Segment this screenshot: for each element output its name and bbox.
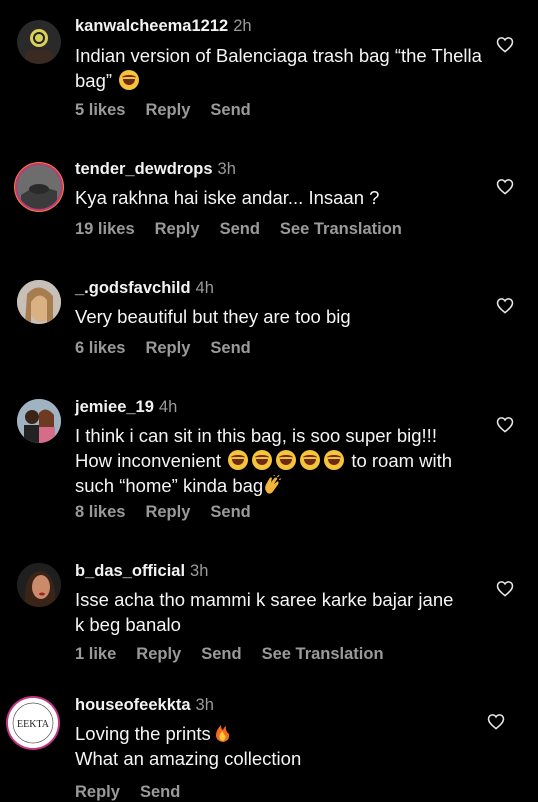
comment-text: Isse acha tho mammi k saree karke bajar …: [75, 589, 454, 635]
brand-logo: EEKTA: [8, 698, 58, 748]
laughing-emoji-icon: [276, 450, 297, 470]
username[interactable]: _.godsfavchild: [75, 279, 191, 297]
comment-actions: 5 likes Reply Send: [75, 101, 271, 120]
reply-button[interactable]: Reply: [145, 101, 190, 119]
comment-text: Very beautiful but they are too big: [75, 306, 351, 327]
username[interactable]: tender_dewdrops: [75, 160, 213, 178]
fire-icon: [215, 725, 229, 742]
likes-count[interactable]: 19 likes: [75, 220, 135, 238]
send-button[interactable]: Send: [210, 503, 250, 521]
comment-text: Loving the prints What an amazing collec…: [75, 723, 302, 769]
reply-button[interactable]: Reply: [145, 503, 190, 521]
avatar[interactable]: EEKTA: [8, 698, 58, 748]
laughing-emoji-icon: [300, 450, 321, 470]
comment-actions: 6 likes Reply Send: [75, 339, 271, 358]
send-button[interactable]: Send: [201, 645, 241, 663]
comment-time: 3h: [190, 562, 209, 580]
comment-time: 3h: [195, 696, 214, 714]
comment-text: Indian version of Balenciaga trash bag “…: [75, 45, 482, 91]
avatar[interactable]: [17, 563, 61, 607]
comment-actions: 8 likes Reply Send: [75, 503, 271, 522]
avatar[interactable]: [17, 165, 61, 209]
svg-text:EEKTA: EEKTA: [17, 719, 50, 730]
heart-icon[interactable]: [496, 580, 514, 597]
send-button[interactable]: Send: [220, 220, 260, 238]
comment-time: 4h: [158, 398, 178, 416]
comment-header: b_das_official 3h: [75, 562, 208, 581]
comment-header: jemiee_19 4h: [75, 398, 177, 417]
comment-actions: 19 likes Reply Send See Translation: [75, 220, 422, 239]
username[interactable]: jemiee_19: [75, 398, 154, 416]
heart-icon[interactable]: [496, 297, 514, 314]
reply-button[interactable]: Reply: [75, 783, 120, 801]
laughing-emoji-icon: [119, 70, 140, 90]
comment-header: kanwalcheema1212 2h: [75, 17, 252, 36]
username[interactable]: kanwalcheema1212: [75, 17, 228, 35]
comment-header: houseofeekkta 3h: [75, 696, 214, 715]
reply-button[interactable]: Reply: [145, 339, 190, 357]
avatar[interactable]: [17, 399, 61, 443]
avatar[interactable]: [17, 280, 61, 324]
see-translation-button[interactable]: See Translation: [280, 220, 402, 238]
laughing-emoji-icon: [252, 450, 273, 470]
comment-header: tender_dewdrops 3h: [75, 160, 236, 179]
username[interactable]: b_das_official: [75, 562, 185, 580]
comment-text: Kya rakhna hai iske andar... Insaan ?: [75, 187, 380, 208]
clapping-hands-icon: [265, 475, 282, 494]
laughing-emoji-icon: [324, 450, 345, 470]
heart-icon[interactable]: [487, 713, 505, 730]
username[interactable]: houseofeekkta: [75, 696, 191, 714]
heart-icon[interactable]: [496, 178, 514, 195]
comment-text: I think i can sit in this bag, is soo su…: [75, 425, 453, 496]
reply-button[interactable]: Reply: [155, 220, 200, 238]
reply-button[interactable]: Reply: [136, 645, 181, 663]
avatar[interactable]: [17, 20, 61, 64]
heart-icon[interactable]: [496, 36, 514, 53]
comment-actions: Reply Send: [75, 783, 200, 802]
comment-time: 4h: [195, 279, 214, 297]
likes-count[interactable]: 8 likes: [75, 503, 125, 521]
likes-count[interactable]: 6 likes: [75, 339, 125, 357]
comment-time: 3h: [217, 160, 236, 178]
comment-actions: 1 like Reply Send See Translation: [75, 645, 404, 664]
see-translation-button[interactable]: See Translation: [262, 645, 384, 663]
likes-count[interactable]: 5 likes: [75, 101, 125, 119]
comment-header: _.godsfavchild 4h: [75, 279, 214, 298]
comment-time: 2h: [233, 17, 252, 35]
send-button[interactable]: Send: [210, 339, 250, 357]
laughing-emoji-icon: [228, 450, 249, 470]
send-button[interactable]: Send: [140, 783, 180, 801]
heart-icon[interactable]: [496, 416, 514, 433]
send-button[interactable]: Send: [210, 101, 250, 119]
likes-count[interactable]: 1 like: [75, 645, 116, 663]
